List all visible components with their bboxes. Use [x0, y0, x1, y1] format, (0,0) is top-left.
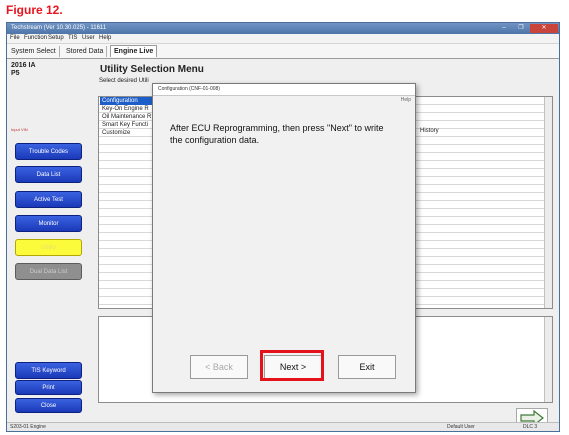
vehicle-year: 2016 IA — [11, 62, 36, 69]
vehicle-info: 2016 IA P5 — [11, 62, 36, 78]
next-button-highlight — [260, 350, 324, 381]
list-item[interactable]: Smart Key Functi — [100, 121, 148, 129]
configuration-dialog: Configuration (CNF-01-008) Help After EC… — [152, 83, 416, 393]
status-bar: S203-01 Engine Default User DLC 3 — [7, 422, 559, 431]
tab-engine-live[interactable]: Engine Live — [110, 45, 158, 57]
input-vin-label: Input VIN — [11, 127, 28, 132]
list-item[interactable]: Customize — [100, 129, 130, 137]
exit-button[interactable]: Exit — [338, 355, 396, 379]
list-scrollbar[interactable] — [544, 97, 552, 308]
menu-tis[interactable]: TIS — [68, 34, 77, 43]
trouble-codes-button[interactable]: Trouble Codes — [15, 143, 82, 160]
dialog-message: After ECU Reprogramming, then press "Nex… — [170, 123, 384, 145]
page-title: Utility Selection Menu — [100, 64, 204, 75]
minimize-icon[interactable]: – — [496, 24, 512, 33]
list-item[interactable]: Key-On Engine R — [100, 105, 149, 113]
dialog-title: Configuration (CNF-01-008) — [158, 86, 220, 92]
status-left: S203-01 Engine — [10, 424, 46, 430]
page-subtitle: Select desired Utili — [99, 78, 149, 84]
menu-bar: File Function Setup TIS User Help — [7, 34, 559, 44]
dialog-help-link[interactable]: Help — [153, 96, 411, 105]
monitor-button[interactable]: Monitor — [15, 215, 82, 232]
back-button: < Back — [190, 355, 248, 379]
menu-help[interactable]: Help — [99, 34, 111, 43]
maximize-icon[interactable]: ❐ — [513, 24, 529, 33]
close-icon[interactable]: ✕ — [530, 24, 558, 33]
status-dlc: DLC 3 — [523, 424, 538, 430]
vehicle-model: P5 — [11, 70, 20, 77]
tab-strip: System Select Stored Data Engine Live — [7, 44, 559, 59]
figure-caption: Figure 12. — [6, 3, 63, 17]
data-list-button[interactable]: Data List — [15, 166, 82, 183]
dialog-title-bar: Configuration (CNF-01-008) — [153, 84, 415, 96]
tab-stored-data[interactable]: Stored Data — [63, 46, 108, 57]
list-item-configuration[interactable]: Configuration — [100, 97, 157, 105]
status-user: Default User — [447, 424, 475, 430]
window-title: Techstream (Ver 10.30.025) - 11611 — [11, 25, 107, 31]
menu-setup[interactable]: Setup — [48, 34, 64, 43]
tab-system-select[interactable]: System Select — [8, 46, 60, 57]
list-item-history[interactable]: History — [420, 128, 439, 134]
menu-function[interactable]: Function — [24, 34, 47, 43]
sidebar: 2016 IA P5 Input VIN Trouble Codes Data … — [7, 59, 91, 431]
close-button[interactable]: Close — [15, 398, 82, 413]
list-item[interactable]: Oil Maintenance R — [100, 113, 151, 121]
title-bar: Techstream (Ver 10.30.025) - 11611 – ❐ ✕ — [7, 23, 559, 34]
active-test-button[interactable]: Active Test — [15, 191, 82, 208]
menu-user[interactable]: User — [82, 34, 95, 43]
description-scrollbar[interactable] — [544, 317, 552, 402]
print-button[interactable]: Print — [15, 380, 82, 395]
menu-file[interactable]: File — [10, 34, 20, 43]
dual-data-list-button: Dual Data List — [15, 263, 82, 280]
tis-keyword-button[interactable]: TIS Keyword — [15, 362, 82, 379]
utility-button[interactable]: Utility — [15, 239, 82, 256]
